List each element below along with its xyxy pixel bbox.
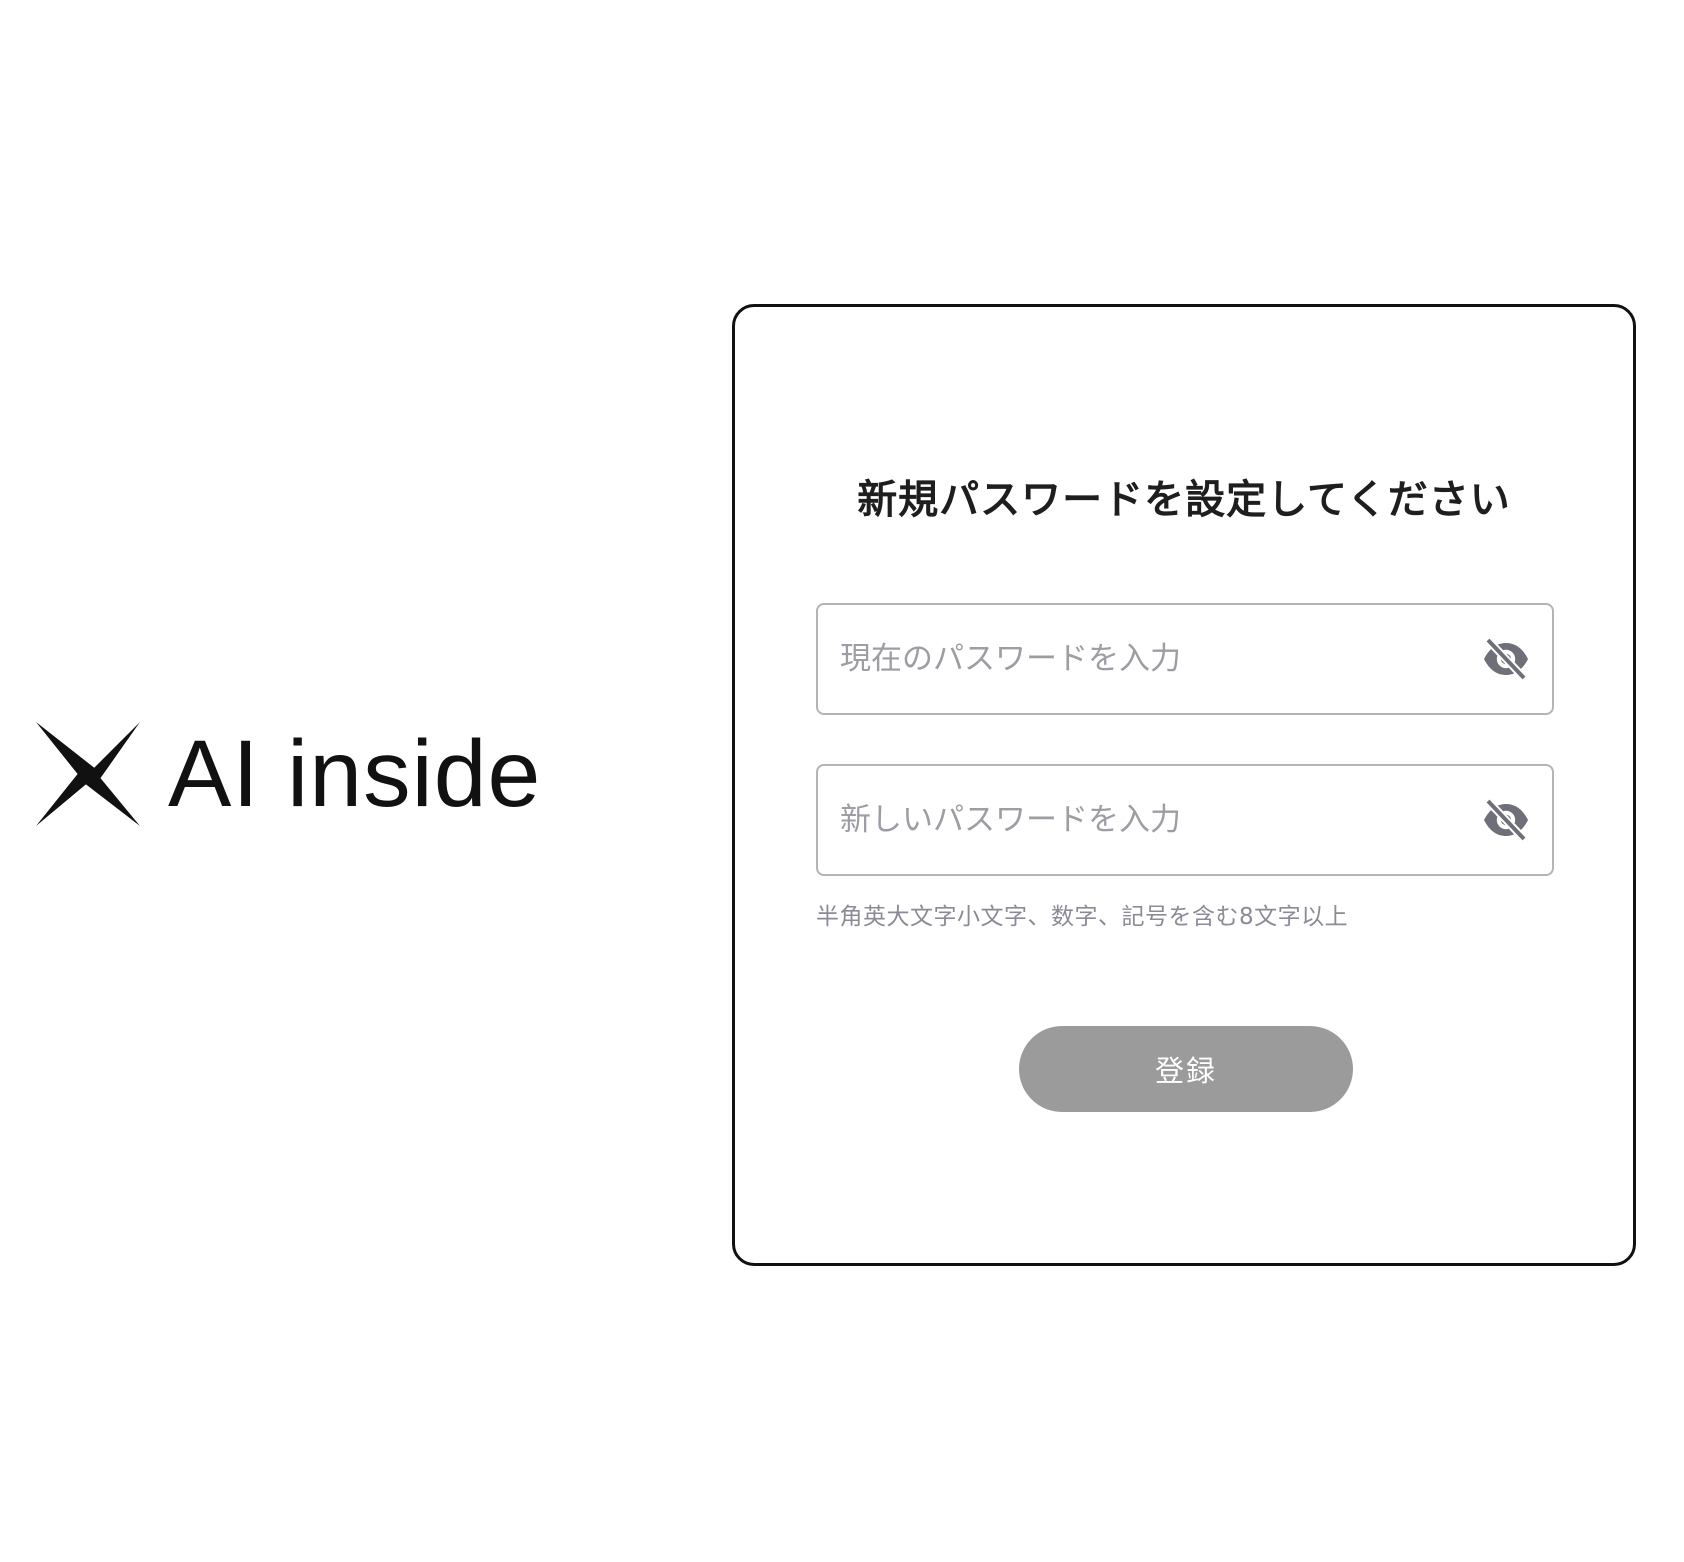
password-requirements-hint: 半角英大文字小文字、数字、記号を含む8文字以上: [816, 904, 1349, 930]
eye-slash-icon: [1484, 637, 1528, 681]
current-password-visibility-toggle[interactable]: [1482, 637, 1530, 681]
page-title: 新規パスワードを設定してください: [857, 477, 1511, 523]
new-password-field: [816, 764, 1554, 876]
ai-inside-x-mark-icon: [36, 722, 140, 826]
brand-logo: AI inside: [36, 722, 541, 826]
brand-name: AI inside: [168, 720, 542, 827]
password-setup-card: 新規パスワードを設定してください 半角英大文字小文字、数字、記号を含む8文字以上…: [732, 304, 1636, 1266]
new-password-visibility-toggle[interactable]: [1482, 798, 1530, 842]
current-password-input[interactable]: [840, 605, 1440, 713]
register-button[interactable]: 登録: [1019, 1026, 1353, 1112]
current-password-field: [816, 603, 1554, 715]
new-password-input[interactable]: [840, 766, 1440, 874]
eye-slash-icon: [1484, 798, 1528, 842]
